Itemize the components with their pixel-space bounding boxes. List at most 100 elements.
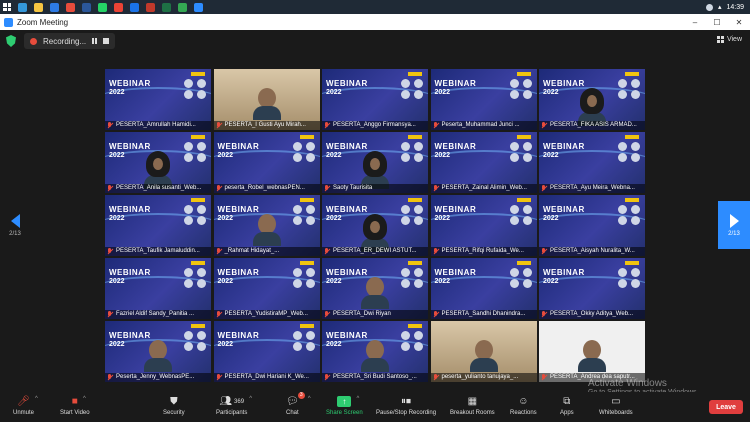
muted-mic-icon [107,248,113,255]
slide-title: WEBINAR [543,142,585,151]
participant-video [252,88,281,122]
maximize-button[interactable]: ☐ [706,14,728,30]
participant-video [361,151,389,189]
participant-name: PESERTA_Anggo Firmansya... [322,121,428,130]
zoom-logo-icon [4,17,13,27]
slide-subtitle: 2022 [217,278,234,285]
stop-recording-icon[interactable] [103,38,110,44]
muted-mic-icon [216,374,222,381]
start-video-button[interactable]: ■ ^ Start Video [60,395,90,416]
participant-tile[interactable]: WEBINAR 2022 _Rahmat Hidayat_... [213,195,320,256]
slide-title: WEBINAR [109,79,151,88]
participant-tile[interactable]: WEBINAR 2022 PESERTA_Sri Budi Santoso_... [322,321,428,382]
participant-tile[interactable]: PESERTA_Andrea dea saputr... [539,321,645,382]
next-page-button[interactable]: 2/13 [718,201,750,249]
minimize-button[interactable]: – [684,14,706,30]
recording-label: Recording... [43,36,87,46]
participant-name: PESERTA_I Gusti Ayu Mirah... [213,121,320,130]
muted-mic-icon [216,122,222,129]
participant-tile[interactable]: WEBINAR 2022 PESERTA_Dwi Hariani K_We... [213,321,320,382]
participant-tile[interactable]: WEBINAR 2022 Saoty Taurisita [322,132,428,193]
taskbar-maps-icon[interactable] [190,0,206,14]
slide-subtitle: 2022 [217,152,234,159]
participant-tile[interactable]: WEBINAR 2022 peserta_Robel_webnasPEN... [213,132,320,193]
windows-start-button[interactable] [0,0,14,14]
taskbar-chrome-icon[interactable] [126,0,142,14]
chat-button[interactable]: 💬︎ 3 ^ Chat [286,392,311,416]
participant-tile[interactable]: WEBINAR 2022 PESERTA_Rifqi Rufaida_We... [430,195,537,256]
participant-tile[interactable]: WEBINAR 2022 PESERTA_Amrullah Hamidi... [105,69,211,130]
slide-title: WEBINAR [326,79,368,88]
participant-tile[interactable]: WEBINAR 2022 PESERTA_Ayu Meira_Webna... [539,132,645,193]
apps-button[interactable]: ⧉ Apps [560,395,574,416]
leave-button[interactable]: Leave [709,400,743,414]
muted-mic-icon [541,248,547,255]
taskbar-excel-icon[interactable] [174,0,190,14]
participant-name: PESERTA_ER_DEWI ASTUT... [322,247,428,256]
security-button[interactable]: ⛊ Security [163,395,185,416]
participant-tile[interactable]: WEBINAR 2022 Peserta_Jenny_WebnasPE... [105,321,211,382]
meeting-top-bar: Recording... View [0,30,750,52]
view-button[interactable]: View [716,36,742,43]
shield-icon: ⛊ [170,396,178,407]
network-icon[interactable]: ▴ [718,3,722,11]
participant-tile[interactable]: WEBINAR 2022 PESERTA_Taufik Jamaluddin... [105,195,211,256]
unmute-button[interactable]: 🎤︎ ^ Unmute [13,395,38,416]
share-screen-button[interactable]: ↑ ^ Share Screen [326,395,363,416]
participant-tile[interactable]: WEBINAR 2022 PESERTA_Sandhi Dhanindra... [430,258,537,319]
taskbar-edge-browser-icon[interactable] [46,0,62,14]
taskbar-acrobat-icon[interactable] [78,0,94,14]
muted-mic-icon [433,185,439,192]
arrow-left-icon [10,213,20,228]
taskbar-file-explorer-icon[interactable] [62,0,78,14]
participant-name: Fazriel Aldif Sandy_Panitia ... [105,310,211,319]
whiteboards-button[interactable]: ▭ Whiteboards [599,395,633,416]
participant-name: peserta_yulianto tanujaya_... [430,373,537,382]
encryption-shield-icon[interactable] [6,35,16,47]
participant-name: PESERTA_Sandhi Dhanindra... [430,310,537,319]
participants-button[interactable]: 👥︎ 369 ^ Participants [216,395,252,416]
participant-video [578,340,606,374]
muted-mic-icon [433,122,439,129]
muted-mic-icon [107,122,113,129]
pause-stop-recording-button[interactable]: ⏸︎⏹︎ Pause/Stop Recording [376,395,436,416]
participant-tile[interactable]: WEBINAR 2022 PESERTA_Anggo Firmansya... [322,69,428,130]
taskbar-word-icon[interactable] [94,0,110,14]
participant-tile[interactable]: WEBINAR 2022 PESERTA_Zainal Alimin_Web... [430,132,537,193]
taskbar-powerpoint-icon[interactable] [158,0,174,14]
pause-recording-icon[interactable] [92,38,98,44]
breakout-rooms-button[interactable]: ▦ Breakout Rooms [450,395,495,416]
slide-subtitle: 2022 [543,89,559,96]
participant-tile[interactable]: WEBINAR 2022 PESERTA_Anila susanti_Web... [105,132,211,193]
weather-icon[interactable] [705,3,713,11]
slide-title: WEBINAR [217,268,260,277]
slide-subtitle: 2022 [326,215,342,222]
previous-page-button[interactable]: 2/13 [0,201,30,249]
participant-tile[interactable]: WEBINAR 2022 PESERTA_ER_DEWI ASTUT... [322,195,428,256]
participant-tile[interactable]: WEBINAR 2022 PESERTA_Okky Aditya_Web... [539,258,645,319]
reactions-label: Reactions [510,410,537,416]
participant-name: PESERTA_Sri Budi Santoso_... [322,373,428,382]
slide-subtitle: 2022 [326,341,342,348]
close-button[interactable]: ✕ [728,14,750,30]
participant-tile[interactable]: PESERTA_I Gusti Ayu Mirah... [213,69,320,130]
participant-tile[interactable]: WEBINAR 2022 Fazriel Aldif Sandy_Panitia .… [105,258,211,319]
taskbar-youtube-icon[interactable] [142,0,158,14]
taskbar-whatsapp-icon[interactable] [110,0,126,14]
muted-mic-icon [324,248,330,255]
participant-tile[interactable]: WEBINAR 2022 PESERTA_Aisyah Nuralita_W... [539,195,645,256]
participant-video [361,340,389,374]
taskbar-task-view-icon[interactable] [30,0,46,14]
participant-tile[interactable]: WEBINAR 2022 PESERTA_Dwi Riyan [322,258,428,319]
participant-tile[interactable]: WEBINAR 2022 Peserta_Muhammad Junci ... [430,69,537,130]
participant-tile[interactable]: WEBINAR 2022 PESERTA_FIKA ASIS ARMAD... [539,69,645,130]
clock[interactable]: 14:39 [726,4,744,11]
participant-tile[interactable]: peserta_yulianto tanujaya_... [430,321,537,382]
reactions-button[interactable]: ☺︎ Reactions [510,395,537,416]
zoom-title-bar: Zoom Meeting – ☐ ✕ [0,14,750,30]
slide-subtitle: 2022 [217,215,234,222]
participant-tile[interactable]: WEBINAR 2022 PESERTA_YudistiraMP_Web... [213,258,320,319]
muted-mic-icon [324,374,330,381]
slide-title: WEBINAR [434,79,477,88]
taskbar-search-icon[interactable] [14,0,30,14]
